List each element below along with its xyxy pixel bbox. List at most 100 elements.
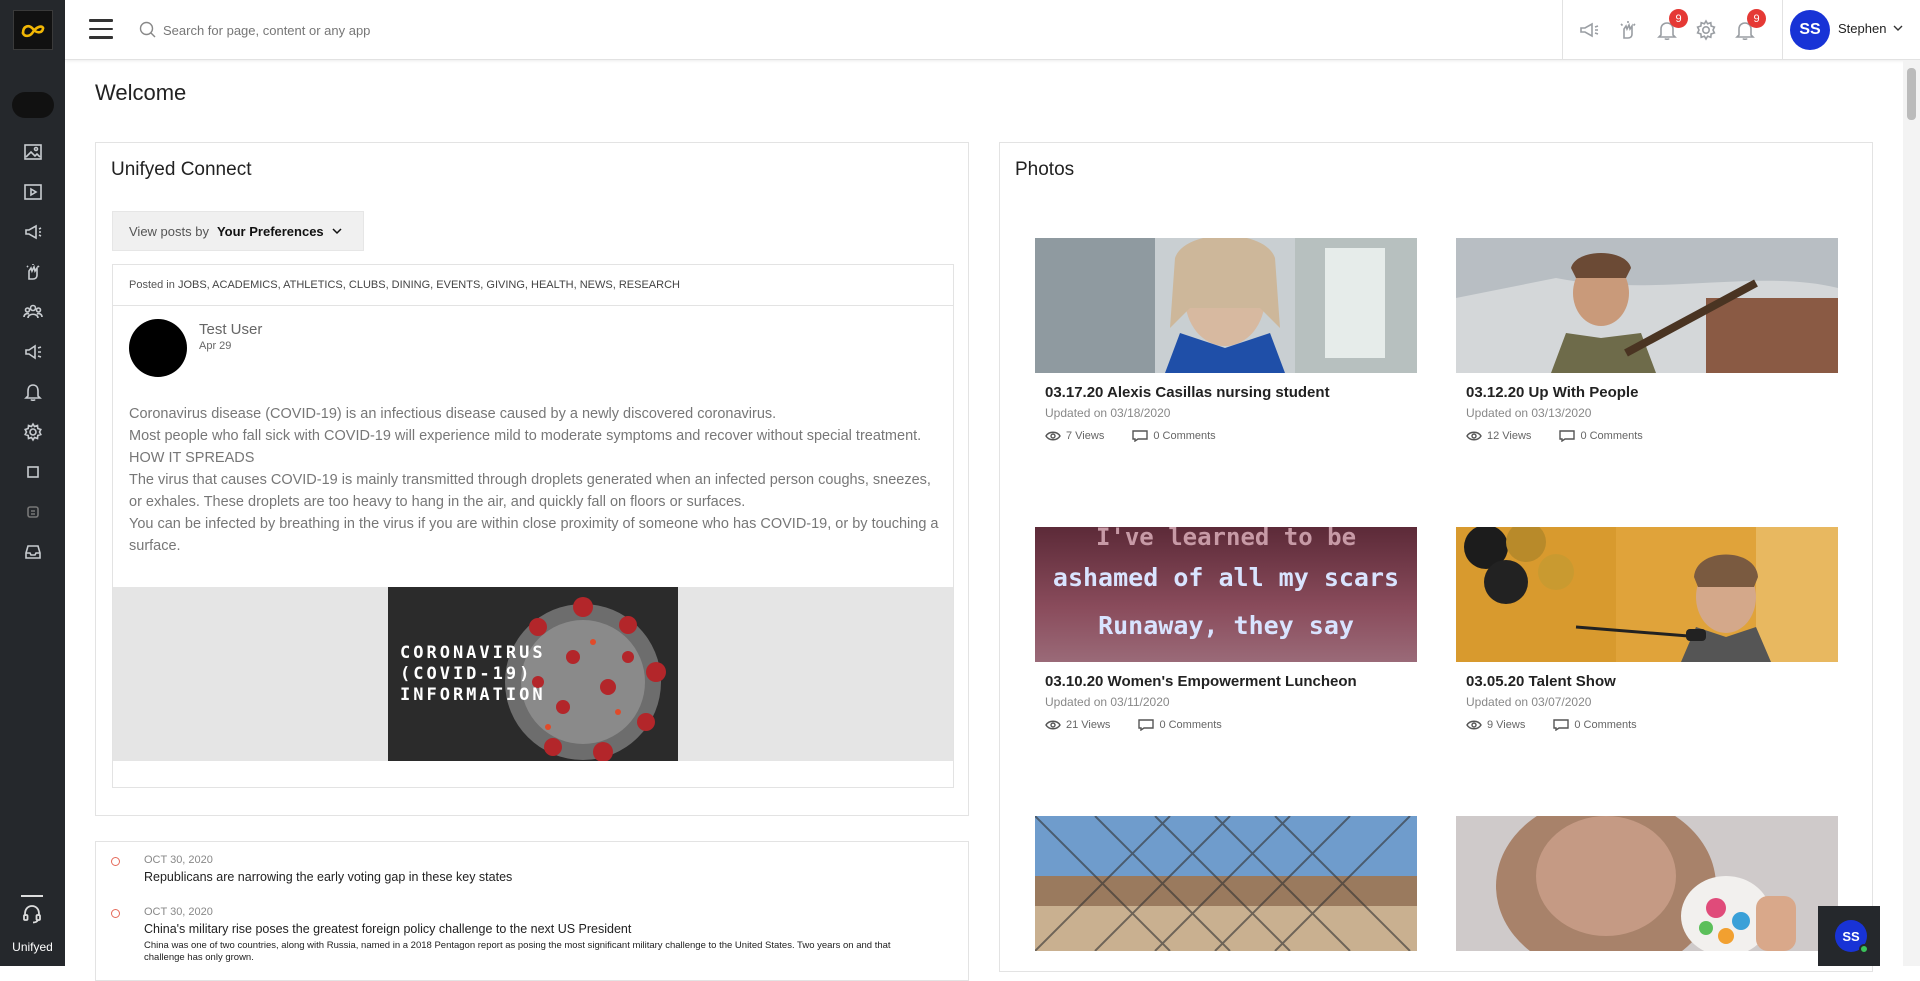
- photo-album[interactable]: 03.17.20 Alexis Casillas nursing student…: [1035, 238, 1417, 442]
- hand-icon: [26, 264, 40, 280]
- photo-comments[interactable]: 0 Comments: [1153, 430, 1215, 442]
- unifyed-connect-card: Unifyed Connect View posts by Your Prefe…: [95, 142, 969, 816]
- speaker-icon: [25, 344, 42, 360]
- sidebar-item-store[interactable]: [21, 540, 45, 564]
- photo-album[interactable]: I've learned to be ashamed of all my sca…: [1035, 527, 1417, 731]
- banner-line: Runaway, they say: [1098, 611, 1354, 640]
- scrollbar-thumb[interactable]: [1907, 68, 1916, 120]
- sidebar-item-photos[interactable]: [21, 140, 45, 164]
- eye-icon: [1466, 720, 1482, 730]
- photo-updated: Updated on 03/18/2020: [1045, 406, 1171, 420]
- search-input[interactable]: [163, 18, 683, 42]
- photo-views: 9 Views: [1487, 719, 1526, 731]
- alerts-bell-icon[interactable]: 9: [1732, 9, 1766, 43]
- apps-icon: [27, 506, 39, 518]
- topbar-divider-user: [1782, 0, 1783, 60]
- photo-comments[interactable]: 0 Comments: [1159, 719, 1221, 731]
- unifyed-logo[interactable]: [13, 10, 53, 50]
- sidebar-item-campaigns[interactable]: [21, 340, 45, 364]
- photo-album[interactable]: [1456, 816, 1838, 951]
- photo-album[interactable]: 03.05.20 Talent Show Updated on 03/07/20…: [1456, 527, 1838, 731]
- post-date: Apr 29: [199, 340, 232, 352]
- photo-thumbnail[interactable]: [1035, 238, 1417, 373]
- photo-thumbnail[interactable]: [1035, 816, 1417, 951]
- news-item[interactable]: OCT 30, 2020 China's military rise poses…: [111, 906, 924, 964]
- photos-card: Photos 03.17.20 Alexis Casillas nursing …: [999, 142, 1873, 972]
- inbox-icon: [25, 545, 41, 559]
- photo-title[interactable]: 03.12.20 Up With People: [1466, 384, 1838, 401]
- sidebar-item-engage[interactable]: [21, 260, 45, 284]
- photo-title[interactable]: 03.10.20 Women's Empowerment Luncheon: [1045, 673, 1417, 690]
- news-title[interactable]: China's military rise poses the greatest…: [144, 922, 924, 936]
- posted-in-label: Posted in: [129, 279, 175, 291]
- sidebar-item-announcements[interactable]: [21, 220, 45, 244]
- banner-line: ashamed of all my scars: [1052, 563, 1400, 592]
- card-title: Photos: [1015, 159, 1075, 180]
- page-title: Welcome: [95, 80, 187, 105]
- author-avatar[interactable]: [129, 319, 187, 377]
- covid-info-image[interactable]: CORONAVIRUS (COVID-19) INFORMATION: [388, 587, 678, 761]
- hand-wave-icon[interactable]: [1615, 17, 1641, 43]
- post-author[interactable]: Test User: [199, 321, 262, 338]
- photo-thumbnail[interactable]: [1456, 816, 1838, 951]
- post-categories[interactable]: JOBS, ACADEMICS, ATHLETICS, CLUBS, DININ…: [178, 279, 680, 291]
- menu-icon[interactable]: [89, 19, 113, 39]
- sidebar-divider: [21, 895, 43, 897]
- photo-thumbnail[interactable]: I've learned to be ashamed of all my sca…: [1035, 527, 1417, 662]
- notifications-badge: 9: [1669, 9, 1688, 28]
- covid-image-text: CORONAVIRUS (COVID-19) INFORMATION: [400, 643, 546, 705]
- notifications-bell-icon[interactable]: 9: [1654, 9, 1688, 43]
- topbar-divider: [1562, 0, 1563, 60]
- bell-icon: [24, 384, 42, 402]
- card-title: Unifyed Connect: [111, 159, 252, 180]
- nursing-student-photo: [1035, 238, 1417, 373]
- sidebar-item-groups[interactable]: [21, 300, 45, 324]
- sidebar-item-notifications[interactable]: [21, 380, 45, 404]
- photo-comments[interactable]: 0 Comments: [1574, 719, 1636, 731]
- guitar-player-photo: [1456, 238, 1838, 373]
- posted-in-bar: Posted in JOBS, ACADEMICS, ATHLETICS, CL…: [113, 265, 953, 306]
- news-date: OCT 30, 2020: [144, 906, 213, 918]
- chat-widget[interactable]: SS: [1818, 906, 1880, 966]
- photo-thumbnail[interactable]: [1456, 527, 1838, 662]
- chevron-down-icon[interactable]: [1893, 23, 1903, 33]
- view-posts-dropdown[interactable]: View posts by Your Preferences: [112, 211, 364, 251]
- comment-icon: [1553, 719, 1570, 731]
- app-name-label: Unifyed: [12, 940, 53, 954]
- banner-line: I've learned to be: [1095, 527, 1357, 551]
- user-name[interactable]: Stephen: [1838, 21, 1886, 36]
- photo-thumbnail[interactable]: [1456, 238, 1838, 373]
- news-item[interactable]: OCT 30, 2020 Republicans are narrowing t…: [111, 854, 512, 884]
- user-avatar[interactable]: SS: [1790, 10, 1830, 50]
- timeline-dot: [111, 909, 120, 918]
- sidebar-item-pages[interactable]: [21, 460, 45, 484]
- photo-album[interactable]: [1035, 816, 1417, 951]
- photo-album[interactable]: 03.12.20 Up With People Updated on 03/13…: [1456, 238, 1838, 442]
- news-feed-card: OCT 30, 2020 Republicans are narrowing t…: [95, 841, 969, 981]
- sidebar-item-settings[interactable]: [21, 420, 45, 444]
- photo-comments[interactable]: 0 Comments: [1580, 430, 1642, 442]
- photo-title[interactable]: 03.17.20 Alexis Casillas nursing student: [1045, 384, 1417, 401]
- photo-views: 7 Views: [1066, 430, 1105, 442]
- photo-meta: 7 Views 0 Comments: [1045, 430, 1417, 442]
- sidebar-item-videos[interactable]: [21, 180, 45, 204]
- settings-gear-icon[interactable]: [1693, 17, 1719, 43]
- news-title[interactable]: Republicans are narrowing the early voti…: [144, 870, 512, 884]
- megaphone-icon[interactable]: [1576, 17, 1602, 43]
- photo-meta: 21 Views 0 Comments: [1045, 719, 1417, 731]
- top-bar: 9 9 SS Stephen: [65, 0, 1920, 60]
- page-scrollbar[interactable]: [1903, 60, 1920, 966]
- news-description: China was one of two countries, along wi…: [144, 940, 891, 963]
- chevron-down-icon: [332, 228, 342, 235]
- sidebar-item-apps[interactable]: [21, 500, 45, 524]
- photo-updated: Updated on 03/11/2020: [1045, 695, 1170, 709]
- view-posts-value: Your Preferences: [216, 223, 324, 239]
- photo-title[interactable]: 03.05.20 Talent Show: [1466, 673, 1838, 690]
- post-body: Coronavirus disease (COVID-19) is an inf…: [129, 403, 941, 557]
- photo-views: 21 Views: [1066, 719, 1111, 731]
- unifyed-logo-icon: [21, 24, 45, 38]
- headset-icon[interactable]: [21, 903, 45, 927]
- timeline-dot: [111, 857, 120, 866]
- gear-icon: [24, 422, 42, 442]
- sidebar-toggle[interactable]: [12, 92, 54, 118]
